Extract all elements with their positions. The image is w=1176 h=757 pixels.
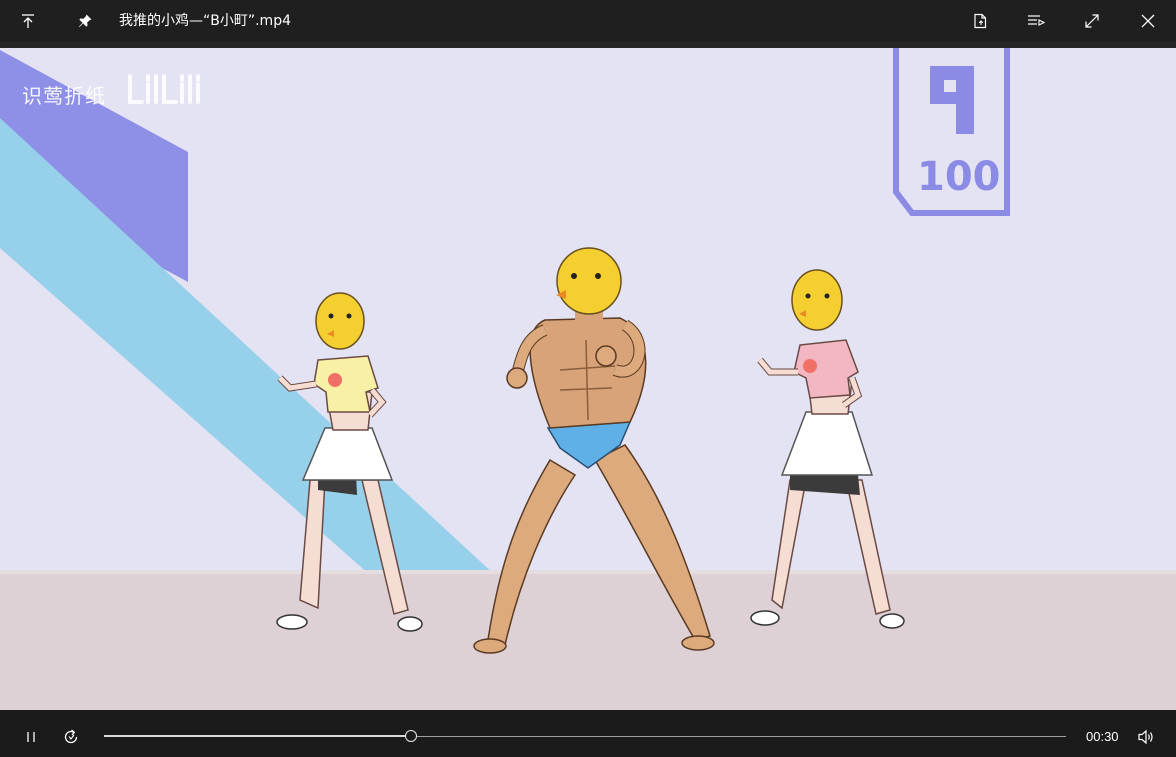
close-button[interactable] — [1125, 0, 1171, 42]
seek-thumb[interactable] — [404, 730, 417, 742]
repeat-icon — [64, 729, 78, 744]
repeat-button[interactable] — [56, 722, 86, 752]
video-scene: 100 — [0, 48, 1176, 710]
file-info-button[interactable] — [957, 0, 1003, 42]
watermark-text: 识莺折纸 — [22, 84, 106, 108]
pause-icon — [27, 732, 35, 742]
title-bar: 我推的小鸡—“B小町”.mp4 — [0, 0, 1176, 42]
pin-icon — [79, 14, 92, 27]
badge-text: 100 — [917, 154, 1001, 200]
video-frame[interactable]: 100 识莺折纸 — [0, 48, 1176, 710]
floor — [0, 572, 1176, 710]
close-icon — [1141, 14, 1155, 28]
move-up-button[interactable] — [5, 0, 51, 42]
pause-button[interactable] — [16, 722, 46, 752]
time-display: 00:30 — [1086, 729, 1119, 744]
move-up-icon — [22, 14, 34, 28]
file-icon — [974, 13, 987, 29]
seek-bar-played — [104, 735, 411, 737]
volume-icon — [1138, 729, 1153, 745]
pin-button[interactable] — [62, 0, 108, 42]
playlist-icon — [1028, 15, 1045, 26]
window-title: 我推的小鸡—“B小町”.mp4 — [119, 13, 291, 29]
playlist-button[interactable] — [1013, 0, 1059, 42]
volume-button[interactable] — [1131, 722, 1161, 752]
fullscreen-icon — [1085, 14, 1099, 28]
bilibili-logo — [126, 72, 212, 116]
fullscreen-button[interactable] — [1069, 0, 1115, 42]
